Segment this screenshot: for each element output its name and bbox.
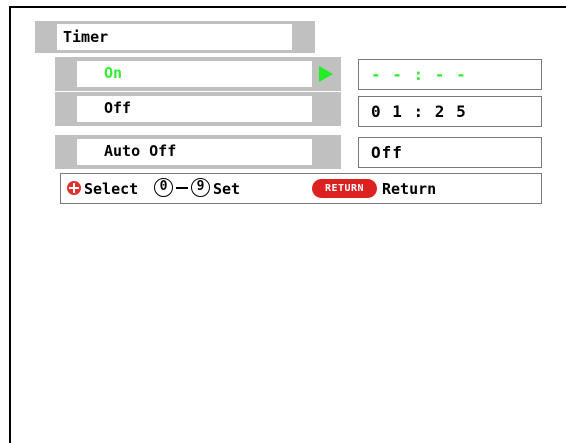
digit-0-icon: 0 [154,178,173,197]
digit-9-icon: 9 [191,178,210,197]
timer-off-value-field[interactable]: 0 1 : 2 5 [358,96,542,127]
menu-item-off[interactable]: Off [55,92,341,126]
menu-item-off-label: Off [104,99,132,117]
menu-item-on-label: On [104,64,123,82]
menu-title-bar: Timer [35,21,315,53]
menu-title: Timer [63,28,109,46]
play-arrow-icon [319,66,333,82]
auto-off-value: Off [371,143,403,162]
menu-item-auto-off[interactable]: Auto Off [55,135,341,169]
dpad-icon [67,181,81,195]
help-bar: Select 0 9 Set RETURN Return [60,173,542,204]
help-set-label: Set [213,180,241,198]
help-select-label: Select [84,180,139,198]
timer-on-value-field[interactable]: - - : - - [358,59,542,90]
return-button-icon: RETURN [312,179,377,198]
menu-item-auto-off-label: Auto Off [104,142,177,160]
timer-on-value: - - : - - [371,65,467,84]
range-dash [176,187,188,189]
help-return-label: Return [382,180,437,198]
timer-off-value: 0 1 : 2 5 [371,102,467,121]
auto-off-value-field[interactable]: Off [358,137,542,168]
menu-item-on[interactable]: On [55,57,341,91]
